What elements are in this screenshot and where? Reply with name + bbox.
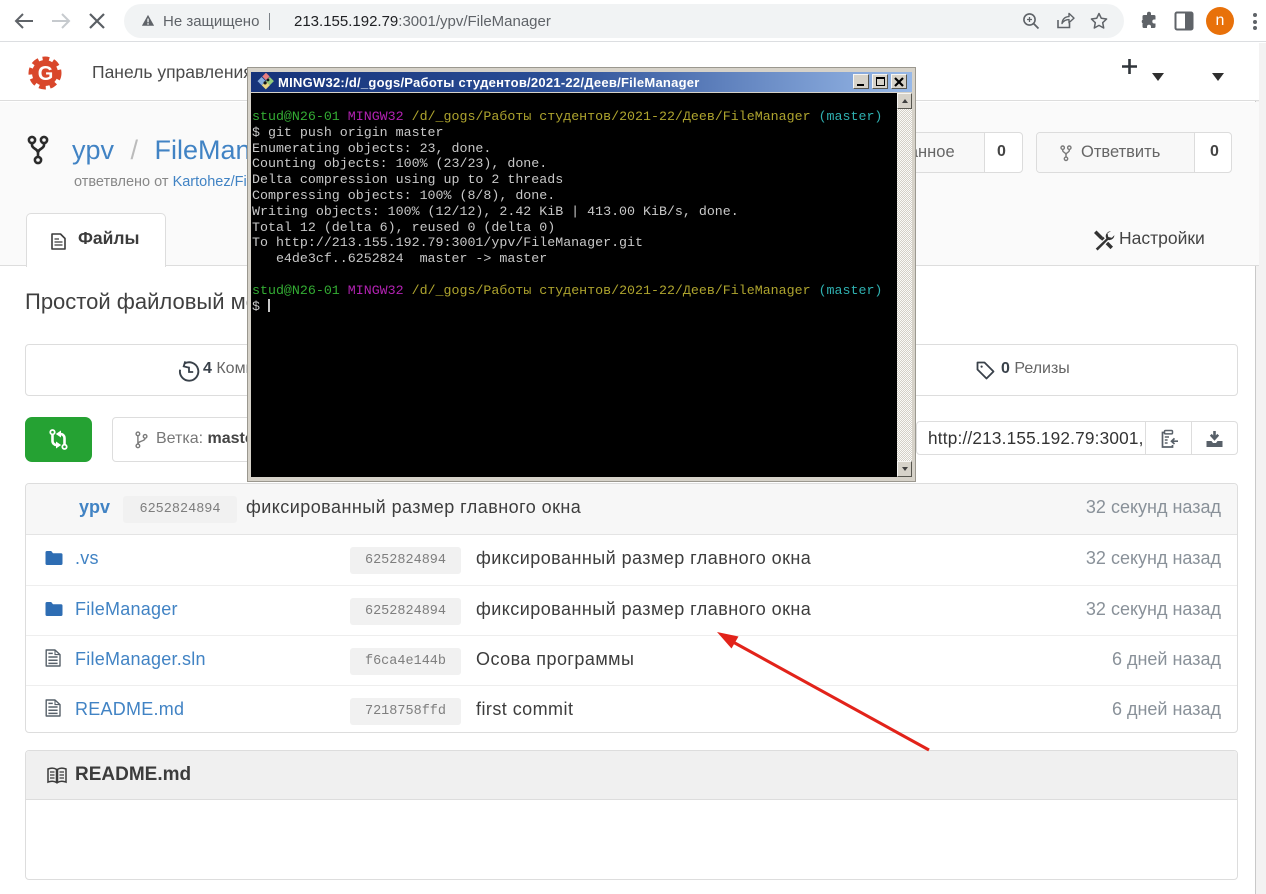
svg-text:G: G: [38, 63, 54, 85]
